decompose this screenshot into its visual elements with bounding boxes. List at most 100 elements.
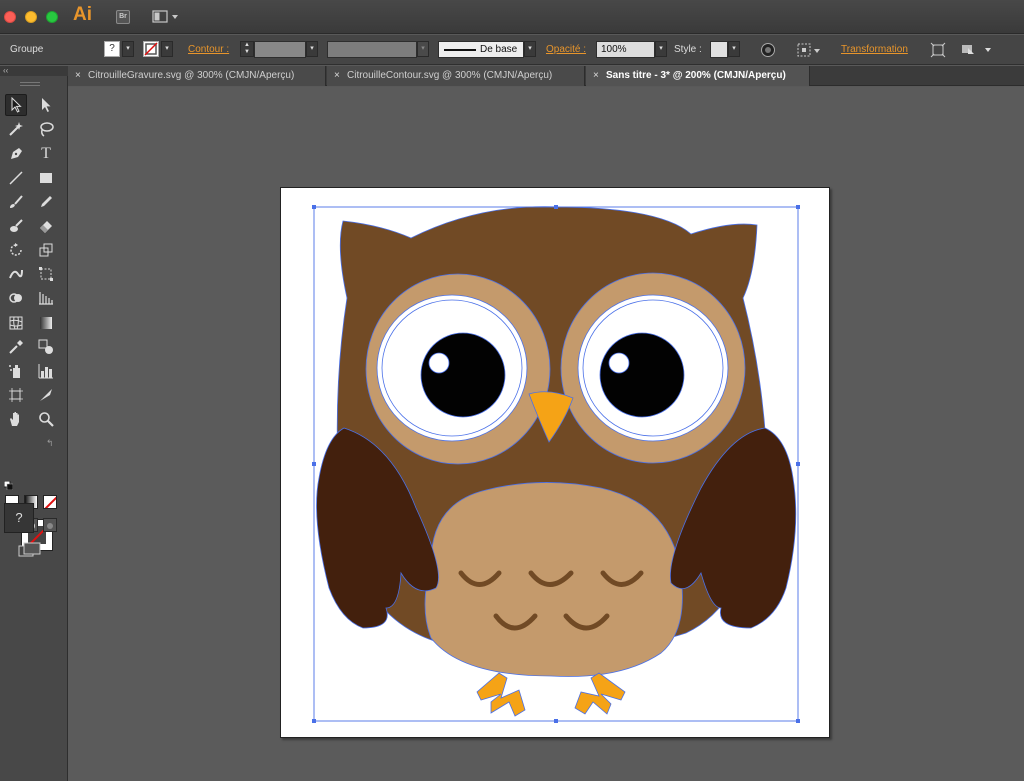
left-eye-highlight[interactable] bbox=[428, 352, 450, 374]
slice-tool[interactable] bbox=[35, 384, 57, 406]
graphic-style-dropdown[interactable]: ▾ bbox=[728, 41, 740, 57]
recolor-artwork-icon bbox=[761, 43, 775, 57]
brush-definition-dropdown[interactable]: ▾ bbox=[524, 41, 536, 57]
tab-close-icon[interactable]: × bbox=[334, 66, 340, 86]
stroke-weight-field[interactable] bbox=[254, 41, 306, 58]
tab-close-icon[interactable]: × bbox=[75, 66, 81, 86]
tools-panel-collapse[interactable]: ‹‹ bbox=[0, 66, 68, 76]
paintbrush-tool[interactable] bbox=[5, 191, 27, 213]
recolor-artwork-button[interactable] bbox=[760, 42, 776, 58]
brush-definition-label: De base bbox=[480, 44, 518, 55]
isolate-group-button[interactable] bbox=[930, 42, 946, 58]
rectangle-tool[interactable] bbox=[35, 167, 57, 189]
selection-tool[interactable] bbox=[5, 94, 27, 116]
minimize-window-button[interactable] bbox=[25, 11, 37, 23]
rotate-tool[interactable] bbox=[5, 239, 27, 261]
zoom-tool[interactable] bbox=[35, 408, 57, 430]
tab-label: Sans titre - 3* @ 200% (CMJN/Aperçu) bbox=[606, 70, 786, 81]
variable-width-dropdown[interactable]: ▾ bbox=[417, 41, 429, 57]
free-transform-tool[interactable] bbox=[35, 263, 57, 285]
warp-tool[interactable] bbox=[5, 263, 27, 285]
magnifier-icon bbox=[39, 412, 54, 427]
scale-tool[interactable] bbox=[35, 239, 57, 261]
blend-tool[interactable] bbox=[35, 336, 57, 358]
opacity-dropdown[interactable]: ▾ bbox=[655, 41, 667, 57]
line-segment-icon bbox=[9, 171, 23, 185]
hand-tool[interactable] bbox=[5, 408, 27, 430]
tab-citrouille-gravure[interactable]: × CitrouilleGravure.svg @ 300% (CMJN/Ape… bbox=[68, 66, 326, 86]
scale-icon bbox=[39, 243, 53, 257]
tab-citrouille-contour[interactable]: × CitrouilleContour.svg @ 300% (CMJN/Ape… bbox=[327, 66, 585, 86]
lasso-tool[interactable] bbox=[35, 118, 57, 140]
close-window-button[interactable] bbox=[4, 11, 16, 23]
graphic-style-swatch[interactable] bbox=[710, 41, 728, 58]
stroke-weight-stepper[interactable]: ▲ ▼ bbox=[240, 41, 254, 57]
stroke-weight-dropdown[interactable]: ▾ bbox=[306, 41, 318, 57]
rotate-icon bbox=[10, 243, 22, 256]
perspective-grid-tool[interactable] bbox=[35, 287, 57, 309]
left-foot[interactable] bbox=[476, 672, 526, 717]
variable-width-profile[interactable] bbox=[327, 41, 417, 58]
stroke-swatch[interactable] bbox=[143, 41, 159, 57]
right-eye-highlight[interactable] bbox=[608, 352, 630, 374]
artboard-tool[interactable] bbox=[5, 384, 27, 406]
blob-brush-icon bbox=[10, 219, 23, 232]
align-grid-icon bbox=[797, 43, 820, 57]
tab-sans-titre[interactable]: × Sans titre - 3* @ 200% (CMJN/Aperçu) bbox=[586, 66, 810, 86]
lasso-icon bbox=[40, 122, 54, 137]
pen-tool[interactable] bbox=[5, 143, 27, 165]
magic-wand-tool[interactable] bbox=[5, 118, 27, 140]
draw-inside-button[interactable] bbox=[43, 518, 57, 532]
eraser-tool[interactable] bbox=[35, 215, 57, 237]
fill-color-swatch[interactable]: ? bbox=[4, 503, 34, 533]
warp-icon bbox=[9, 269, 23, 279]
blend-icon bbox=[38, 339, 53, 354]
left-pupil[interactable] bbox=[420, 332, 506, 418]
title-bar: Ai Br bbox=[0, 0, 1024, 34]
align-options-button[interactable] bbox=[796, 42, 824, 58]
symbol-sprayer-tool[interactable] bbox=[5, 360, 27, 382]
swap-fill-stroke-icon[interactable]: ↰ bbox=[46, 438, 54, 449]
none-mode-button[interactable] bbox=[43, 495, 57, 509]
fill-dropdown[interactable]: ▾ bbox=[122, 41, 134, 57]
line-segment-tool[interactable] bbox=[5, 167, 27, 189]
screen-mode-button[interactable] bbox=[18, 542, 42, 558]
direct-selection-arrow-icon bbox=[42, 98, 51, 112]
right-pupil[interactable] bbox=[599, 332, 685, 418]
direct-selection-tool[interactable] bbox=[35, 94, 57, 116]
isolate-group-icon bbox=[930, 42, 946, 58]
opacity-panel-link[interactable]: Opacité : bbox=[546, 44, 586, 55]
stroke-dropdown[interactable]: ▾ bbox=[161, 41, 173, 57]
column-graph-icon bbox=[38, 364, 53, 379]
zoom-window-button[interactable] bbox=[46, 11, 58, 23]
artboard[interactable] bbox=[280, 187, 830, 738]
fill-swatch[interactable]: ? bbox=[104, 41, 120, 57]
rectangle-icon bbox=[40, 173, 52, 183]
right-foot[interactable] bbox=[574, 672, 626, 715]
bridge-button[interactable]: Br bbox=[116, 10, 130, 24]
transform-panel-link[interactable]: Transformation bbox=[841, 44, 908, 55]
arrange-documents-button[interactable] bbox=[152, 9, 180, 25]
default-colors-icon[interactable] bbox=[3, 477, 14, 491]
panel-menu-button[interactable] bbox=[960, 42, 994, 58]
hand-icon bbox=[10, 412, 19, 426]
column-graph-tool[interactable] bbox=[35, 360, 57, 382]
owl-artwork[interactable] bbox=[281, 188, 831, 739]
opacity-field[interactable]: 100% bbox=[596, 41, 655, 58]
tools-panel-grip[interactable] bbox=[20, 82, 40, 86]
document-canvas[interactable] bbox=[68, 87, 1024, 781]
brush-definition-field[interactable]: De base bbox=[438, 41, 524, 58]
shape-builder-tool[interactable] bbox=[5, 287, 27, 309]
draw-inside-icon bbox=[47, 523, 53, 529]
perspective-grid-icon bbox=[39, 292, 53, 305]
type-tool[interactable]: T bbox=[35, 143, 57, 165]
mesh-tool[interactable] bbox=[5, 312, 27, 334]
pencil-tool[interactable] bbox=[35, 191, 57, 213]
tab-label: CitrouilleGravure.svg @ 300% (CMJN/Aperç… bbox=[88, 70, 295, 81]
stroke-panel-link[interactable]: Contour : bbox=[188, 44, 229, 55]
eyedropper-tool[interactable] bbox=[5, 336, 27, 358]
gradient-tool[interactable] bbox=[35, 312, 57, 334]
tab-close-icon[interactable]: × bbox=[593, 66, 599, 86]
blob-brush-tool[interactable] bbox=[5, 215, 27, 237]
panel-menu-icon bbox=[962, 45, 991, 54]
